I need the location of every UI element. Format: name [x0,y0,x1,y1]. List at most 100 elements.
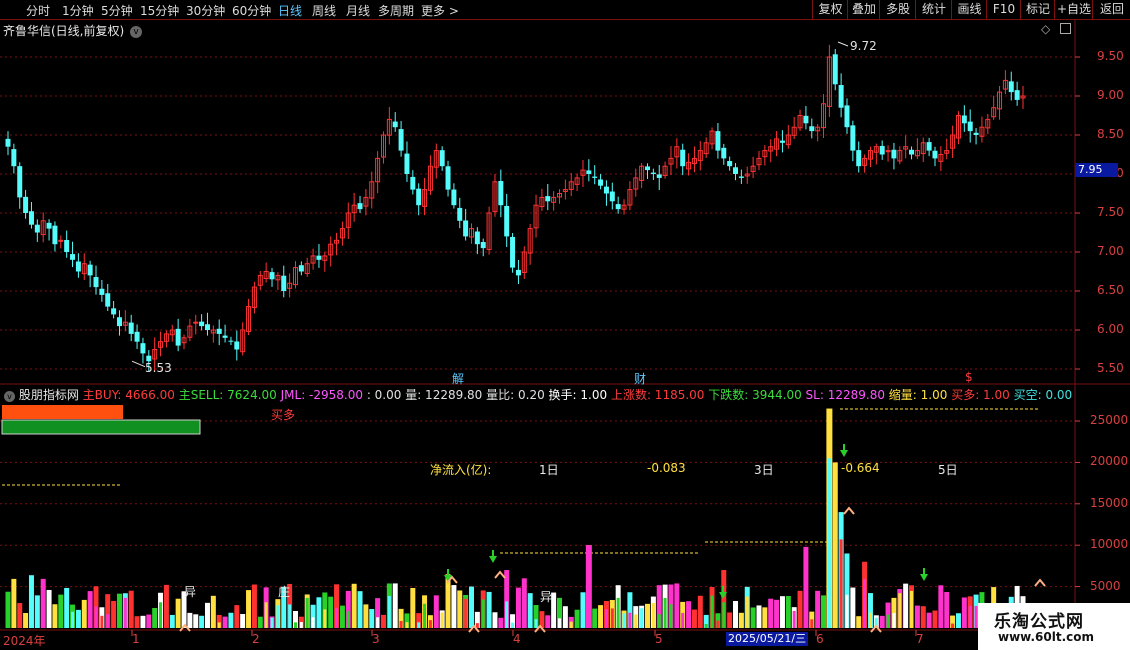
volume-bar [152,608,158,628]
candle-body [733,167,739,174]
volume-bar [199,615,205,628]
toolbar-button-3[interactable]: 统计 [915,0,952,19]
period-tab-1[interactable]: 1分钟 [62,2,94,19]
volume-sub-bar [299,622,303,628]
candle-body [1008,81,1014,93]
volume-bar [169,614,175,628]
candle-body [850,125,856,151]
volume-bar [328,596,334,628]
toolbar-button-5[interactable]: F10 [986,0,1021,19]
volume-sub-bar [558,618,562,628]
volume-sub-bar [247,597,251,628]
volume-sub-bar [898,593,902,628]
candle-body [615,204,621,210]
candle-body [504,205,510,237]
toolbar-button-4[interactable]: 画线 [951,0,987,19]
volume-sub-bar [18,619,22,628]
marker-dollar[interactable]: $ [965,370,973,384]
period-tab-4[interactable]: 30分钟 [186,2,225,19]
candle-body [204,324,210,330]
net-inflow-5d-label: 5日 [938,463,958,477]
indicator-item-10: 缩量: 1.00 [888,388,952,402]
watermark-title: 乐淘公式网 [994,612,1084,632]
volume-sub-bar [346,611,350,628]
diamond-icon[interactable]: ◇ [1041,22,1050,36]
date-tick-2: 2 [252,632,260,646]
chevron-down-icon[interactable]: v [4,391,15,402]
chart-area[interactable] [0,20,1130,650]
candle-body [451,189,457,206]
volume-bar [457,590,463,628]
volume-sub-bar [868,612,872,628]
date-tick-0: 2024年 [3,634,46,648]
volume-sub-bar [681,612,685,628]
indicator-name[interactable]: 股朋指标网 [19,388,79,402]
toolbar-button-1[interactable]: 叠加 [847,0,880,19]
volume-bar [392,583,398,628]
volume-tick-1: 20000 [1090,454,1129,469]
indicator-item-12: 买空: 0.00 [1013,388,1073,402]
price-tick-4: 7.50 [1097,205,1124,219]
volume-sub-bar [528,603,532,628]
candle-body [609,191,615,202]
volume-sub-bar [722,602,726,628]
toolbar-button-2[interactable]: 多股 [879,0,916,19]
candle-body [961,115,967,124]
volume-bar [691,609,697,628]
volume-sub-bar [505,601,509,628]
period-tab-10[interactable]: 更多 > [421,2,459,19]
stock-title: 齐鲁华信(日线,前复权) v [3,22,143,39]
volume-bar [187,612,193,628]
candle-body [856,150,862,167]
volume-sub-bar [669,604,673,628]
volume-sub-bar [534,619,538,628]
toolbar-button-0[interactable]: 复权 [812,0,848,19]
period-tab-2[interactable]: 5分钟 [101,2,133,19]
volume-sub-bar [628,612,632,628]
toolbar-button-8[interactable]: 返回 [1092,0,1130,19]
price-tick-8: 5.50 [1097,361,1124,375]
volume-sub-bar [962,606,966,628]
period-tab-3[interactable]: 15分钟 [140,2,179,19]
candle-body [463,220,469,237]
volume-bar [81,599,87,628]
candle-body [87,264,93,276]
watermark: 乐淘公式网 www.60lt.com [978,603,1130,650]
period-tab-8[interactable]: 月线 [346,2,370,19]
period-tab-5[interactable]: 60分钟 [232,2,271,19]
indicator-item-9: SL: 12289.80 [805,388,889,402]
volume-bar [210,595,216,628]
toolbar-button-6[interactable]: 标记 [1020,0,1055,19]
candle-body [515,269,521,276]
volume-bar [363,604,369,628]
high-pointer [837,41,849,47]
marker-cai[interactable]: 财 [634,370,646,387]
low-price-label: 5.53 [145,361,172,375]
window-icon[interactable] [1060,23,1071,34]
date-tick-3: 3 [372,632,380,646]
marker-jie[interactable]: 解 [452,370,464,387]
period-tab-9[interactable]: 多周期 [378,2,414,19]
volume-bar [351,583,357,628]
period-tab-7[interactable]: 周线 [312,2,336,19]
volume-bar [64,587,70,628]
period-tab-0[interactable]: 分时 [26,2,50,19]
net-inflow-1d-label: 1日 [539,463,559,477]
volume-sub-bar [892,613,896,628]
volume-bar [768,598,774,628]
volume-bar [492,612,498,628]
volume-bar [879,615,885,628]
volume-sub-bar [41,586,45,628]
volume-tick-2: 15000 [1090,495,1129,510]
candle-body [398,129,404,151]
signal-zhuang: 庄 [278,585,291,599]
period-tab-6[interactable]: 日线 [278,2,302,19]
toolbar-button-7[interactable]: +自选 [1054,0,1093,19]
volume-sub-bar [640,608,644,628]
volume-sub-bar [839,539,843,628]
volume-bar [815,590,821,628]
volume-sub-bar [616,597,620,628]
volume-bar [856,616,862,628]
chevron-down-icon[interactable]: v [130,25,143,38]
up-marker-icon [843,506,855,515]
